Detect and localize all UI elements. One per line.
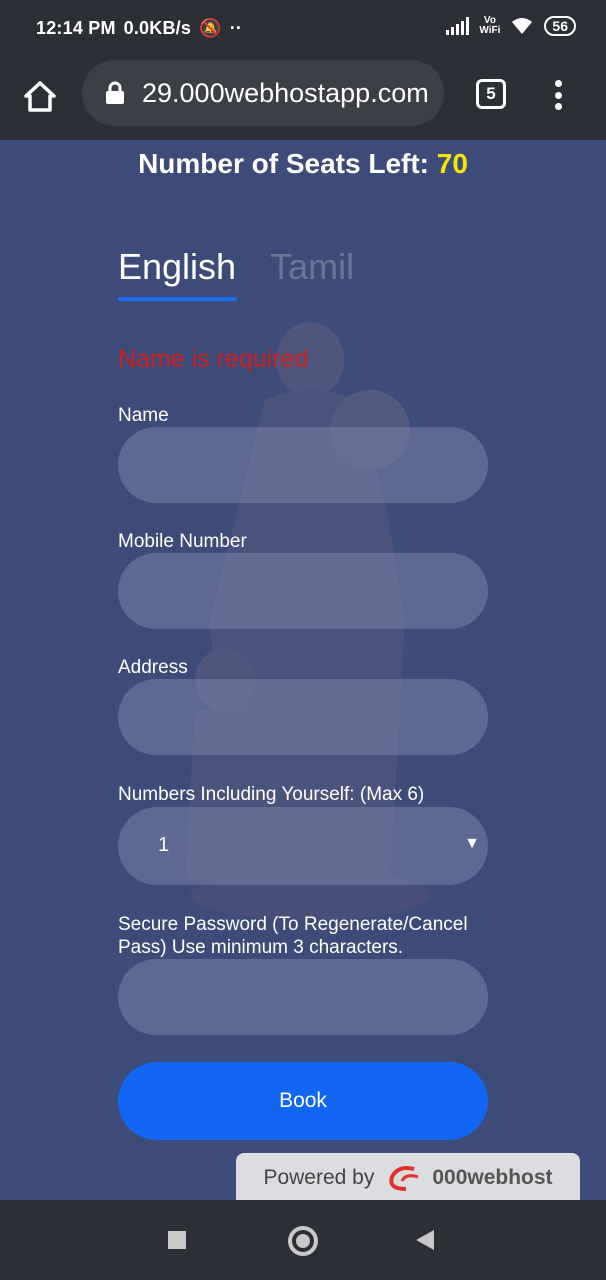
vowifi-icon: Vo WiFi [479, 15, 501, 36]
status-bar: 12:14 PM 0.0KB/s 🔕 ·· Vo WiFi 56 [0, 0, 606, 58]
seats-left-count: 70 [436, 148, 468, 179]
people-count-value: 1 [158, 834, 170, 856]
home-nav-icon[interactable] [288, 1226, 318, 1256]
powered-by-brand: 000webhost [432, 1166, 553, 1189]
powered-by-badge[interactable]: Powered by 000webhost [236, 1153, 580, 1200]
mobile-number-label: Mobile Number [118, 531, 247, 552]
password-label: Secure Password (To Regenerate/Cancel Pa… [118, 914, 468, 958]
tab-tamil[interactable]: Tamil [270, 246, 354, 288]
status-time: 12:14 PM [36, 18, 116, 38]
address-bar[interactable]: 29.000webhostapp.com [82, 60, 444, 126]
url-text: 29.000webhostapp.com [142, 77, 429, 108]
tab-switcher-button[interactable]: 5 [476, 79, 506, 109]
seats-left-label: Number of Seats Left: [138, 148, 429, 179]
more-options-icon[interactable] [550, 80, 566, 110]
language-tabs: English Tamil [118, 246, 354, 288]
home-icon[interactable] [22, 78, 58, 114]
name-error-message: Name is required [118, 345, 309, 373]
back-icon[interactable] [416, 1230, 434, 1250]
name-input[interactable] [118, 427, 488, 503]
name-label: Name [118, 405, 169, 426]
seats-left-heading: Number of Seats Left: 70 [0, 148, 606, 180]
book-button[interactable]: Book [118, 1062, 488, 1140]
signal-icon [446, 17, 470, 35]
powered-by-label: Powered by [263, 1166, 375, 1189]
people-count-select[interactable]: 1 ▼ [118, 807, 488, 885]
recent-apps-icon[interactable] [168, 1231, 186, 1249]
password-input[interactable] [118, 959, 488, 1035]
bell-off-icon: 🔕 [199, 18, 222, 38]
webhost-logo-icon [389, 1166, 419, 1191]
wifi-icon [512, 18, 533, 34]
people-count-label: Numbers Including Yourself: (Max 6) [118, 784, 425, 805]
navigation-bar [0, 1200, 606, 1280]
address-label: Address [118, 657, 188, 678]
tab-english[interactable]: English [118, 246, 236, 288]
network-speed: 0.0KB/s [123, 18, 192, 38]
lock-icon [106, 81, 124, 104]
address-input[interactable] [118, 679, 488, 755]
mobile-number-input[interactable] [118, 553, 488, 629]
status-right: Vo WiFi 56 [446, 16, 576, 36]
active-tab-indicator [118, 297, 237, 301]
browser-toolbar: 29.000webhostapp.com 5 [0, 58, 606, 140]
dropdown-arrow-icon: ▼ [464, 835, 480, 852]
more-notifications-icon: ·· [229, 18, 243, 38]
page-content: Number of Seats Left: 70 English Tamil N… [0, 140, 606, 1200]
status-left: 12:14 PM 0.0KB/s 🔕 ·· [36, 18, 242, 39]
battery-indicator: 56 [544, 16, 576, 36]
